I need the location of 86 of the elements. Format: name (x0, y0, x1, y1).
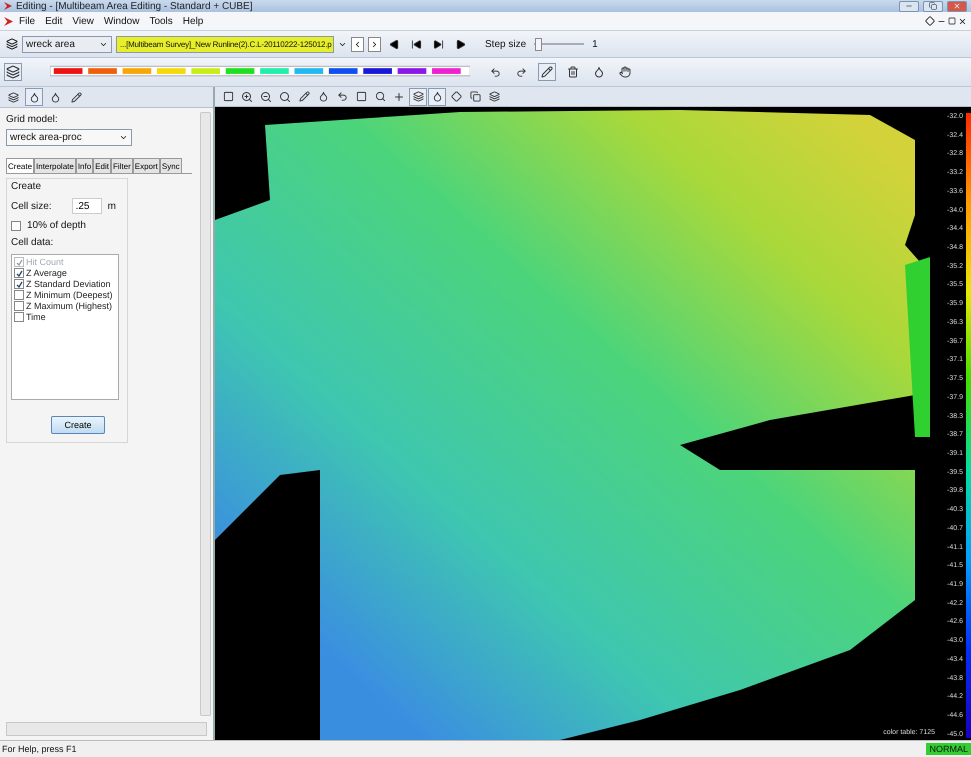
cell-size-field[interactable]: .25 (72, 198, 102, 214)
skip-back-icon (410, 38, 422, 50)
cell-data-option: Hit Count (26, 257, 64, 267)
cell-data-label: Cell data: (11, 237, 54, 248)
cell-data-checkbox[interactable] (14, 279, 24, 289)
panel-tab[interactable]: Create (6, 158, 34, 173)
play-back-icon (388, 38, 400, 50)
create-button[interactable]: Create (51, 416, 105, 434)
restore-button[interactable] (923, 0, 943, 12)
line-dropdown[interactable]: ...[Multibeam Survey]_New Runline(2).C.L-20110222-125012.p (116, 36, 334, 52)
window-title: Editing - [Multibeam Area Editing - Standard + CUBE] (16, 0, 254, 12)
menu-item[interactable]: Help (178, 16, 208, 26)
diamond-icon (925, 16, 935, 26)
droplet-icon (593, 66, 606, 78)
redo-icon (516, 66, 527, 78)
menu-item[interactable]: File (15, 16, 40, 26)
minimize-button[interactable] (899, 0, 919, 12)
vertical-scrollbar[interactable] (200, 112, 211, 716)
chevron-left-icon (353, 40, 362, 48)
panel-tab[interactable]: Export (132, 158, 160, 173)
zoom-icon (374, 91, 386, 102)
cell-data-checkbox[interactable] (14, 312, 24, 322)
chevron-right-icon (370, 40, 379, 48)
trash-icon (567, 66, 580, 78)
menu-item[interactable]: Window (100, 16, 144, 26)
area-dropdown[interactable]: wreck area (22, 36, 112, 52)
layers-button[interactable] (409, 88, 427, 106)
hand-icon (619, 66, 632, 78)
panel-tab[interactable]: Sync (160, 158, 182, 173)
cell-data-checkbox[interactable] (14, 268, 24, 278)
pencil-button[interactable] (538, 63, 556, 81)
unit-label: m (108, 200, 116, 212)
layers-icon (412, 91, 424, 102)
copy-icon (470, 91, 480, 102)
grid-model-dropdown[interactable]: wreck area-proc (6, 129, 132, 146)
pencil-icon (541, 66, 554, 78)
menu-item[interactable]: Edit (41, 16, 66, 26)
horizontal-scrollbar[interactable] (6, 722, 207, 736)
step-size-label: Step size (485, 38, 526, 50)
square-icon (356, 91, 366, 102)
close-icon (953, 2, 961, 10)
depth-checkbox[interactable] (11, 220, 21, 230)
panel-tab[interactable]: Info (76, 158, 94, 173)
zoom-out-icon (260, 90, 272, 102)
droplet-icon (50, 92, 60, 102)
depth-option-label: 10% of depth (27, 220, 86, 231)
step-size-value: 1 (592, 38, 598, 50)
undo-icon (336, 91, 348, 102)
pencil-icon (70, 92, 82, 102)
cell-data-option: Z Maximum (Highest) (26, 301, 112, 311)
play-icon (454, 38, 466, 50)
color-table-button[interactable] (4, 63, 22, 81)
mode-indicator: NORMAL (926, 743, 971, 755)
menu-item[interactable]: View (68, 16, 98, 26)
layers-icon (6, 38, 18, 50)
pencil-icon (298, 91, 310, 102)
undo-icon (490, 66, 501, 78)
droplet-icon (318, 91, 328, 102)
plus-icon (393, 90, 405, 102)
layers-icon (488, 91, 500, 102)
panel-tab[interactable]: Edit (93, 158, 111, 173)
panel-tab[interactable]: Filter (110, 158, 133, 173)
cell-data-option: Z Minimum (Deepest) (26, 290, 113, 300)
status-text: For Help, press F1 (1, 744, 77, 754)
cell-data-option: Z Average (26, 268, 67, 278)
next-button[interactable] (368, 36, 381, 52)
panel-tab[interactable]: Interpolate (34, 158, 76, 173)
diamond-icon (450, 91, 462, 102)
grid-model-label: Grid model: (6, 114, 59, 125)
search-icon (279, 90, 291, 102)
zoom-in-icon (241, 90, 253, 102)
cell-data-checkbox[interactable] (14, 290, 24, 300)
restore-icon[interactable] (948, 17, 956, 25)
previous-button[interactable] (351, 36, 364, 52)
cell-data-option: Z Standard Deviation (26, 279, 111, 289)
step-slider-thumb[interactable] (535, 38, 542, 51)
skip-forward-icon (432, 38, 444, 50)
cell-data-option: Time (26, 312, 46, 322)
dropdown-caret-icon (119, 133, 128, 142)
menu-item[interactable]: Tools (145, 16, 177, 26)
panel-icon (222, 91, 234, 102)
cell-data-checkbox[interactable] (14, 301, 24, 311)
restore-icon (929, 2, 937, 10)
close-icon[interactable] (958, 16, 967, 26)
group-title: Create (11, 181, 42, 192)
cell-size-label: Cell size: (11, 200, 52, 212)
